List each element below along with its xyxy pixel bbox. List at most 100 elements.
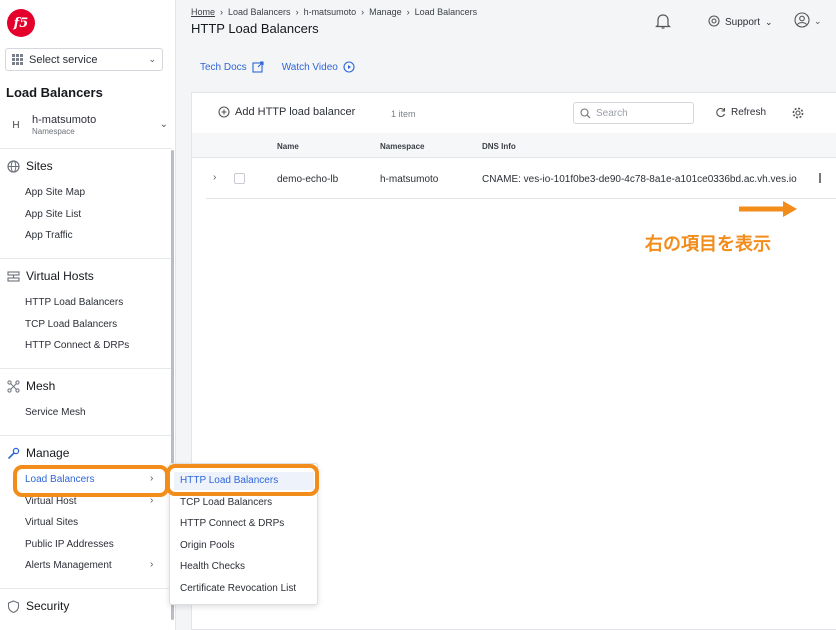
- tech-docs-label: Tech Docs: [200, 61, 247, 73]
- refresh-button[interactable]: Refresh: [715, 107, 766, 118]
- f5-logo[interactable]: f5: [7, 9, 35, 37]
- search-icon: [580, 107, 591, 118]
- support-menu[interactable]: Support ⌄: [708, 15, 773, 30]
- nav-item-http-connect-drps[interactable]: HTTP Connect & DRPs: [25, 340, 129, 351]
- plus-circle-icon: [218, 106, 230, 118]
- support-icon: [708, 15, 720, 30]
- sidebar: f5 Select service ⌄ Load Balancers H h-m…: [0, 0, 176, 630]
- nav-group-mesh[interactable]: Mesh: [6, 379, 55, 393]
- breadcrumb-home[interactable]: Home: [191, 7, 215, 17]
- watch-video-link[interactable]: Watch Video: [282, 61, 355, 73]
- help-links: Tech Docs Watch Video: [200, 61, 355, 73]
- search-box[interactable]: [573, 102, 694, 124]
- chevron-down-icon: ⌄: [814, 16, 822, 26]
- namespace-name: h-matsumoto: [32, 114, 97, 126]
- cell-namespace: h-matsumoto: [380, 174, 439, 185]
- chevron-right-icon: ›: [150, 559, 154, 570]
- bell-icon[interactable]: [655, 12, 671, 30]
- user-icon: [794, 12, 810, 31]
- nav-item-virtual-sites[interactable]: Virtual Sites: [25, 517, 78, 528]
- workspace-title: Load Balancers: [6, 85, 103, 100]
- nav-group-security[interactable]: Security: [6, 599, 69, 613]
- nav-item-app-traffic[interactable]: App Traffic: [25, 230, 73, 241]
- right-arrow-annotation: [739, 201, 799, 220]
- column-header-namespace[interactable]: Namespace: [380, 142, 424, 151]
- highlight-load-balancers: [13, 465, 169, 497]
- divider: [0, 588, 172, 589]
- nav-group-sites[interactable]: Sites: [6, 159, 53, 173]
- table-header: Name Namespace DNS Info: [192, 133, 836, 158]
- service-select-label: Select service: [29, 53, 98, 66]
- tech-docs-link[interactable]: Tech Docs: [200, 61, 264, 73]
- highlight-http-load-balancers: [166, 464, 319, 496]
- user-menu[interactable]: ⌄: [794, 12, 822, 31]
- sites-icon: [6, 159, 20, 173]
- breadcrumb-item: Load Balancers: [228, 7, 291, 17]
- table-toolbar: Add HTTP load balancer 1 item Refresh: [192, 93, 836, 133]
- search-input[interactable]: [596, 107, 686, 119]
- submenu-item-origin-pools[interactable]: Origin Pools: [180, 540, 234, 551]
- breadcrumb-separator: ›: [406, 7, 410, 17]
- nav-group-virtual-hosts[interactable]: Virtual Hosts: [6, 269, 94, 283]
- nav-group-label: Mesh: [26, 379, 56, 393]
- chevron-right-icon[interactable]: ›: [213, 172, 216, 183]
- nav-item-virtual-host[interactable]: Virtual Host: [25, 496, 77, 507]
- nav-group-label: Manage: [26, 446, 70, 460]
- submenu-item-tcp-load-balancers[interactable]: TCP Load Balancers: [180, 497, 272, 508]
- column-header-name[interactable]: Name: [277, 142, 299, 151]
- nav-item-public-ip-addresses[interactable]: Public IP Addresses: [25, 539, 114, 550]
- refresh-label: Refresh: [731, 107, 767, 118]
- external-link-icon: [252, 61, 264, 73]
- apps-grid-icon: [12, 54, 23, 65]
- nav-group-manage[interactable]: Manage: [6, 446, 69, 460]
- column-header-dns-info[interactable]: DNS Info: [482, 142, 516, 151]
- submenu-item-http-connect-drps[interactable]: HTTP Connect & DRPs: [180, 518, 284, 529]
- nav-item-app-site-list[interactable]: App Site List: [25, 209, 81, 220]
- submenu-item-health-checks[interactable]: Health Checks: [180, 561, 245, 572]
- cell-name[interactable]: demo-echo-lb: [277, 174, 338, 185]
- nav-group-label: Virtual Hosts: [26, 269, 94, 283]
- chevron-down-icon: ⌄: [148, 54, 156, 64]
- submenu-item-certificate-revocation-list[interactable]: Certificate Revocation List: [180, 583, 296, 594]
- breadcrumb-separator: ›: [220, 7, 224, 17]
- shield-icon: [6, 599, 20, 613]
- breadcrumb-separator: ›: [295, 7, 299, 17]
- annotation-text: 右の項目を表示: [645, 234, 771, 255]
- namespace-avatar: H: [12, 119, 20, 131]
- divider: [0, 258, 172, 259]
- mesh-icon: [6, 379, 20, 393]
- watch-video-label: Watch Video: [281, 61, 338, 73]
- support-label: Support: [725, 17, 761, 28]
- divider: [0, 435, 172, 436]
- item-count: 1 item: [391, 109, 416, 119]
- add-http-load-balancer-button[interactable]: Add HTTP load balancer: [218, 106, 355, 118]
- add-button-label: Add HTTP load balancer: [235, 106, 356, 118]
- nav-item-service-mesh[interactable]: Service Mesh: [25, 407, 86, 418]
- nav-group-label: Sites: [26, 159, 53, 173]
- nav-item-app-site-map[interactable]: App Site Map: [25, 187, 85, 198]
- namespace-label: Namespace: [32, 127, 75, 136]
- nav-group-label: Security: [26, 599, 70, 613]
- namespace-selector[interactable]: H h-matsumoto Namespace ⌄: [0, 106, 176, 144]
- page-title: HTTP Load Balancers: [191, 21, 319, 36]
- breadcrumb: Home › Load Balancers › h-matsumoto › Ma…: [191, 7, 477, 17]
- breadcrumb-separator: ›: [361, 7, 365, 17]
- wrench-icon: [6, 446, 20, 460]
- nav-item-alerts-management[interactable]: Alerts Management: [25, 560, 112, 571]
- breadcrumb-item: h-matsumoto: [303, 7, 357, 17]
- chevron-down-icon: ⌄: [159, 119, 168, 130]
- nav-item-tcp-load-balancers[interactable]: TCP Load Balancers: [25, 319, 117, 330]
- row-actions-icon[interactable]: [819, 173, 821, 183]
- service-select[interactable]: Select service ⌄: [5, 48, 163, 71]
- row-checkbox[interactable]: [234, 173, 245, 184]
- play-circle-icon: [343, 61, 355, 73]
- breadcrumb-item: Manage: [369, 7, 402, 17]
- divider: [0, 148, 172, 149]
- chevron-down-icon: ⌄: [765, 17, 773, 27]
- cell-dns-info: CNAME: ves-io-101f0be3-de90-4c78-8a1e-a1…: [482, 174, 797, 185]
- nav-item-http-load-balancers[interactable]: HTTP Load Balancers: [25, 297, 123, 308]
- table-row[interactable]: › demo-echo-lb h-matsumoto CNAME: ves-io…: [206, 159, 836, 199]
- virtual-hosts-icon: [6, 269, 20, 283]
- divider: [0, 368, 172, 369]
- gear-icon[interactable]: [792, 107, 804, 122]
